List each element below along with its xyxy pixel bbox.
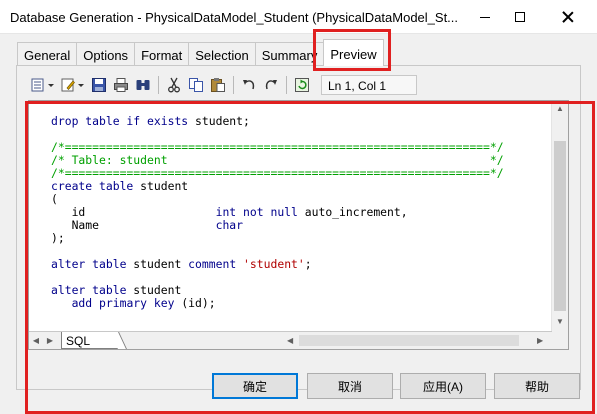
toolbar-separator (286, 76, 287, 94)
minimize-icon (480, 16, 490, 18)
vertical-scroll-thumb[interactable] (554, 141, 566, 311)
maximize-icon (515, 12, 525, 22)
redo-icon (265, 80, 277, 90)
close-button[interactable] (553, 4, 583, 30)
tab-general[interactable]: General (17, 42, 78, 66)
code-line: alter table student comment 'student'; (51, 258, 504, 271)
minimize-button[interactable] (470, 4, 500, 30)
redo-button[interactable] (260, 74, 282, 96)
dialog-body: General Options Format Selection Summary… (0, 34, 597, 414)
cut-icon (168, 77, 180, 93)
scroll-left-icon[interactable]: ◀ (287, 336, 293, 345)
tab-summary[interactable]: Summary (254, 42, 325, 66)
code-token: student; (195, 114, 250, 128)
code-line: create table student (51, 180, 504, 193)
sql-code[interactable]: drop table if exists student; /*=========… (51, 115, 504, 310)
code-token: Name (51, 218, 216, 232)
tab-strip: General Options Format Selection Summary… (17, 39, 384, 66)
code-token: /*======================================… (51, 166, 504, 180)
tab-options[interactable]: Options (76, 42, 136, 66)
code-token: char (215, 218, 244, 232)
tab-preview[interactable]: Preview (323, 39, 384, 66)
sql-preview-editor[interactable]: drop table if exists student; /*=========… (28, 100, 569, 350)
code-token: add primary key (71, 296, 182, 310)
code-token: /* Table: student */ (51, 153, 504, 167)
cut-button[interactable] (163, 74, 185, 96)
edit-dropdown-icon (61, 78, 84, 92)
scroll-down-icon[interactable]: ▼ (556, 317, 564, 326)
apply-button[interactable]: 应用(A) (400, 373, 486, 399)
ok-button[interactable]: 确定 (212, 373, 298, 399)
code-line: Name char (51, 219, 504, 232)
undo-button[interactable] (238, 74, 260, 96)
close-icon (562, 11, 574, 23)
code-token: /*======================================… (51, 140, 504, 154)
edit-dropdown-button[interactable] (58, 74, 88, 96)
help-button[interactable]: 帮助 (494, 373, 580, 399)
sheet-next-icon[interactable]: ▶ (43, 334, 57, 348)
code-token: ); (51, 231, 65, 245)
code-token: ; (304, 257, 312, 271)
properties-dropdown-button[interactable] (28, 74, 58, 96)
horizontal-scroll-thumb[interactable] (299, 335, 519, 346)
code-token: int not null (215, 205, 305, 219)
find-icon (136, 80, 150, 90)
preview-toolbar: Ln 1, Col 1 (28, 73, 417, 97)
print-button[interactable] (110, 74, 132, 96)
vertical-scrollbar[interactable]: ▲ ▼ (551, 101, 568, 349)
code-token: alter table (51, 283, 134, 297)
code-token: student (140, 179, 189, 193)
code-token: student (133, 257, 189, 271)
refresh-button[interactable] (291, 74, 313, 96)
code-token: create table (51, 179, 141, 193)
scroll-right-icon[interactable]: ▶ (537, 336, 543, 345)
properties-dropdown-icon (31, 78, 54, 92)
toolbar-separator (233, 76, 234, 94)
save-icon (92, 78, 106, 92)
code-token: student (133, 283, 182, 297)
sheet-prev-icon[interactable]: ◀ (29, 334, 43, 348)
maximize-button[interactable] (505, 4, 535, 30)
code-token: alter table (51, 257, 134, 271)
code-token: comment (188, 257, 244, 271)
cursor-position: Ln 1, Col 1 (321, 75, 417, 95)
code-line: drop table if exists student; (51, 115, 504, 128)
code-token: drop table if exists (51, 114, 196, 128)
window-title: Database Generation - PhysicalDataModel_… (10, 10, 459, 25)
code-token: 'student' (243, 257, 305, 271)
find-button[interactable] (132, 74, 154, 96)
code-token: auto_increment, (304, 205, 408, 219)
copy-button[interactable] (185, 74, 207, 96)
undo-icon (243, 80, 255, 90)
sheet-tab-sql[interactable]: SQL (61, 332, 120, 349)
tab-format[interactable]: Format (134, 42, 190, 66)
save-button[interactable] (88, 74, 110, 96)
paste-icon (211, 78, 225, 92)
editor-bottom-bar: ◀ ▶ SQL ◀ ▶ (29, 331, 552, 349)
code-token: id (51, 205, 216, 219)
cancel-button[interactable]: 取消 (307, 373, 393, 399)
toolbar-separator (158, 76, 159, 94)
refresh-icon (295, 78, 309, 92)
print-icon (114, 78, 128, 92)
tab-selection[interactable]: Selection (188, 42, 256, 66)
code-token: (id); (181, 296, 216, 310)
paste-button[interactable] (207, 74, 229, 96)
code-token: ( (51, 192, 58, 206)
copy-icon (189, 78, 203, 92)
title-bar: Database Generation - PhysicalDataModel_… (0, 0, 597, 34)
scroll-up-icon[interactable]: ▲ (556, 104, 564, 113)
code-line: ); (51, 232, 504, 245)
code-line: add primary key (id); (51, 297, 504, 310)
